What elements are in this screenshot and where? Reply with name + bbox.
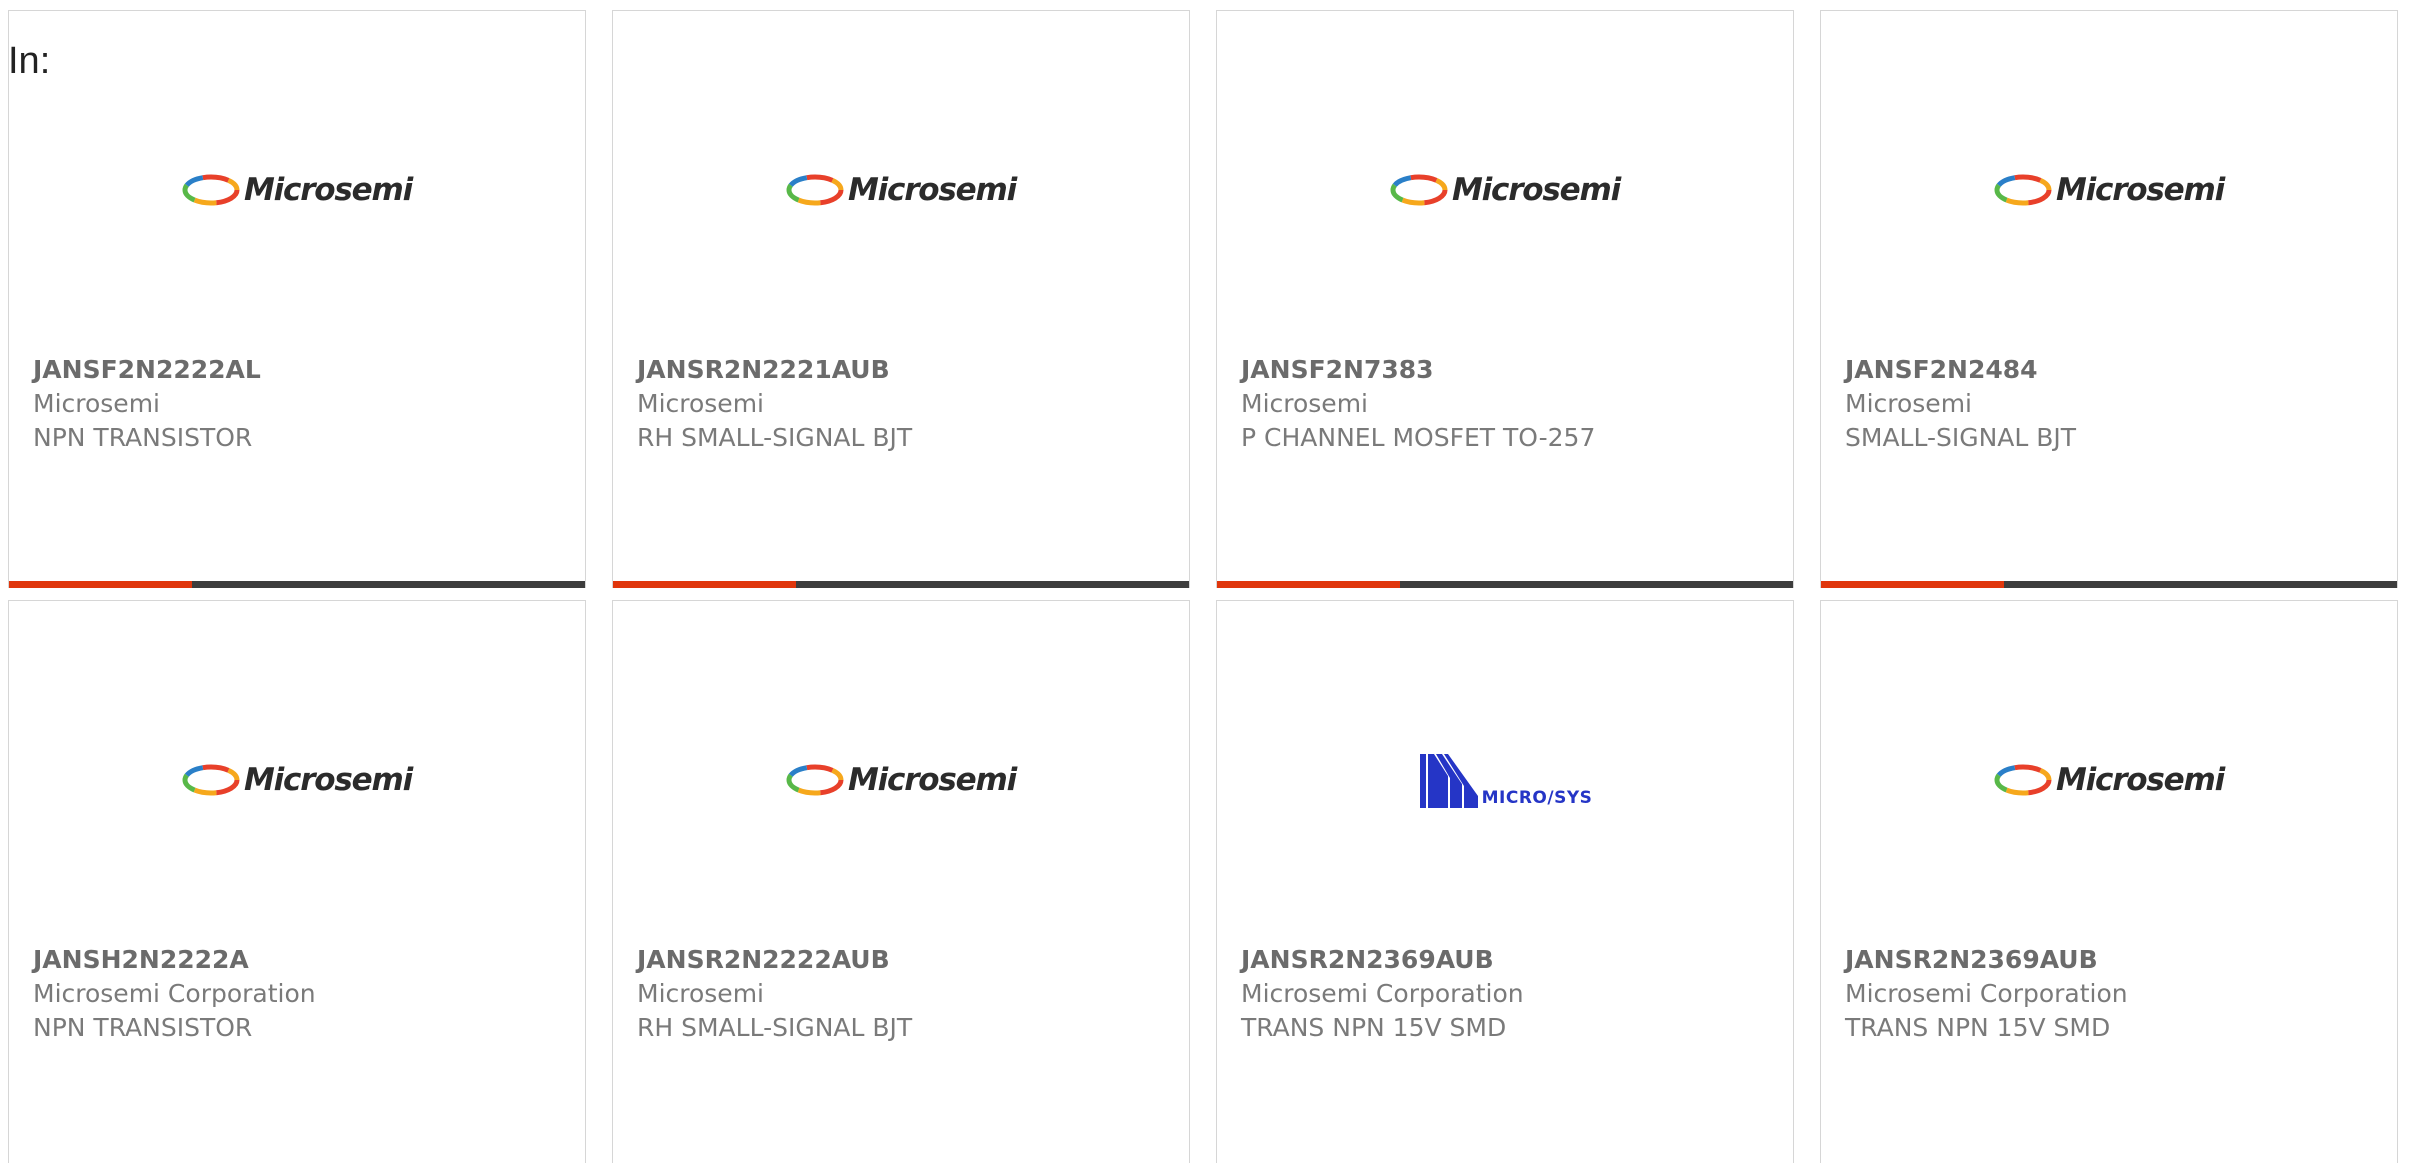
part-number[interactable]: JANSR2N2369AUB (1845, 943, 2387, 977)
manufacturer: Microsemi (637, 389, 764, 418)
product-card[interactable]: Microsemi JANSF2N2484 Microsemi SMALL-SIGN… (1820, 10, 2398, 588)
card-accent-bar (9, 581, 192, 588)
product-image[interactable]: Microsemi (9, 155, 585, 225)
logo-text: Microsemi (847, 172, 1017, 208)
microsemi-swirl-icon (1994, 764, 2052, 796)
microsemi-swirl-icon (786, 174, 844, 206)
microsemi-swirl-icon (182, 174, 240, 206)
microsemi-swirl-icon (786, 764, 844, 796)
description: P CHANNEL MOSFET TO-257 (1241, 423, 1596, 452)
description: SMALL-SIGNAL BJT (1845, 423, 2077, 452)
manufacturer: Microsemi Corporation (33, 979, 316, 1008)
part-number[interactable]: JANSH2N2222A (33, 943, 575, 977)
part-number[interactable]: JANSF2N2222AL (33, 353, 575, 387)
product-info: JANSF2N2222AL Microsemi NPN TRANSISTOR (33, 353, 575, 455)
manufacturer: Microsemi (33, 389, 160, 418)
microsemi-logo: Microsemi (1994, 762, 2225, 798)
product-image[interactable]: MICRO/SYS (1217, 745, 1793, 815)
product-info: JANSR2N2369AUB Microsemi Corporation TRANS… (1241, 943, 1783, 1045)
manufacturer: Microsemi (1845, 389, 1972, 418)
product-grid: Microsemi JANSF2N2222AL Microsemi NPN TRAN… (8, 10, 2398, 1163)
product-card[interactable]: Microsemi JANSR2N2221AUB Microsemi RH SMAL… (612, 10, 1190, 588)
card-accent-bar (1217, 581, 1400, 588)
product-info: JANSR2N2222AUB Microsemi RH SMALL-SIGNAL B… (637, 943, 1179, 1045)
microsemi-logo: Microsemi (182, 172, 413, 208)
in-label: In: (8, 40, 51, 82)
product-image[interactable]: Microsemi (9, 745, 585, 815)
logo-text: Microsemi (243, 172, 413, 208)
card-accent-bar (1821, 581, 2004, 588)
product-image[interactable]: Microsemi (1821, 745, 2397, 815)
card-bottom-bar (9, 581, 585, 588)
part-number[interactable]: JANSR2N2369AUB (1241, 943, 1783, 977)
logo-text: Microsemi (243, 762, 413, 798)
description: NPN TRANSISTOR (33, 423, 253, 452)
microsemi-logo: Microsemi (786, 172, 1017, 208)
part-number[interactable]: JANSF2N7383 (1241, 353, 1783, 387)
description: RH SMALL-SIGNAL BJT (637, 423, 913, 452)
product-card[interactable]: MICRO/SYS JANSR2N2369AUB Microsemi Corpor… (1216, 600, 1794, 1163)
microsemi-logo: Microsemi (1390, 172, 1621, 208)
description: TRANS NPN 15V SMD (1241, 1013, 1507, 1042)
product-info: JANSF2N7383 Microsemi P CHANNEL MOSFET TO-… (1241, 353, 1783, 455)
microsemi-logo: Microsemi (182, 762, 413, 798)
manufacturer: Microsemi (1241, 389, 1368, 418)
description: RH SMALL-SIGNAL BJT (637, 1013, 913, 1042)
product-card[interactable]: Microsemi JANSR2N2222AUB Microsemi RH SMAL… (612, 600, 1190, 1163)
logo-text: Microsemi (2055, 172, 2225, 208)
logo-text: Microsemi (1451, 172, 1621, 208)
manufacturer: Microsemi Corporation (1845, 979, 2128, 1008)
product-grid-page: In: Microsemi JANSF2N2222AL Microsemi NPN … (0, 0, 2410, 1163)
microsemi-logo: Microsemi (786, 762, 1017, 798)
product-info: JANSR2N2369AUB Microsemi Corporation TRANS… (1845, 943, 2387, 1045)
product-card[interactable]: Microsemi JANSF2N2222AL Microsemi NPN TRAN… (8, 10, 586, 588)
product-card[interactable]: Microsemi JANSH2N2222A Microsemi Corporat… (8, 600, 586, 1163)
part-number[interactable]: JANSR2N2222AUB (637, 943, 1179, 977)
logo-text: Microsemi (2055, 762, 2225, 798)
microsemi-swirl-icon (1994, 174, 2052, 206)
part-number[interactable]: JANSF2N2484 (1845, 353, 2387, 387)
card-bottom-bar (613, 581, 1189, 588)
microsemi-swirl-icon (1390, 174, 1448, 206)
card-bottom-bar (1217, 581, 1793, 588)
card-bottom-bar (1821, 581, 2397, 588)
card-accent-bar (613, 581, 796, 588)
product-info: JANSF2N2484 Microsemi SMALL-SIGNAL BJT (1845, 353, 2387, 455)
manufacturer: Microsemi (637, 979, 764, 1008)
product-info: JANSH2N2222A Microsemi Corporation NPN TRA… (33, 943, 575, 1045)
microsemi-logo: Microsemi (1994, 172, 2225, 208)
product-card[interactable]: Microsemi JANSF2N7383 Microsemi P CHANNEL … (1216, 10, 1794, 588)
description: NPN TRANSISTOR (33, 1013, 253, 1042)
microsys-logo: MICRO/SYS (1418, 750, 1593, 810)
product-image[interactable]: Microsemi (613, 745, 1189, 815)
product-image[interactable]: Microsemi (1821, 155, 2397, 225)
product-image[interactable]: Microsemi (613, 155, 1189, 225)
product-info: JANSR2N2221AUB Microsemi RH SMALL-SIGNAL B… (637, 353, 1179, 455)
logo-text: MICRO/SYS (1481, 788, 1593, 808)
part-number[interactable]: JANSR2N2221AUB (637, 353, 1179, 387)
product-image[interactable]: Microsemi (1217, 155, 1793, 225)
microsys-mark-icon (1419, 754, 1478, 808)
product-card[interactable]: Microsemi JANSR2N2369AUB Microsemi Corpor… (1820, 600, 2398, 1163)
description: TRANS NPN 15V SMD (1845, 1013, 2111, 1042)
manufacturer: Microsemi Corporation (1241, 979, 1524, 1008)
logo-text: Microsemi (847, 762, 1017, 798)
microsemi-swirl-icon (182, 764, 240, 796)
